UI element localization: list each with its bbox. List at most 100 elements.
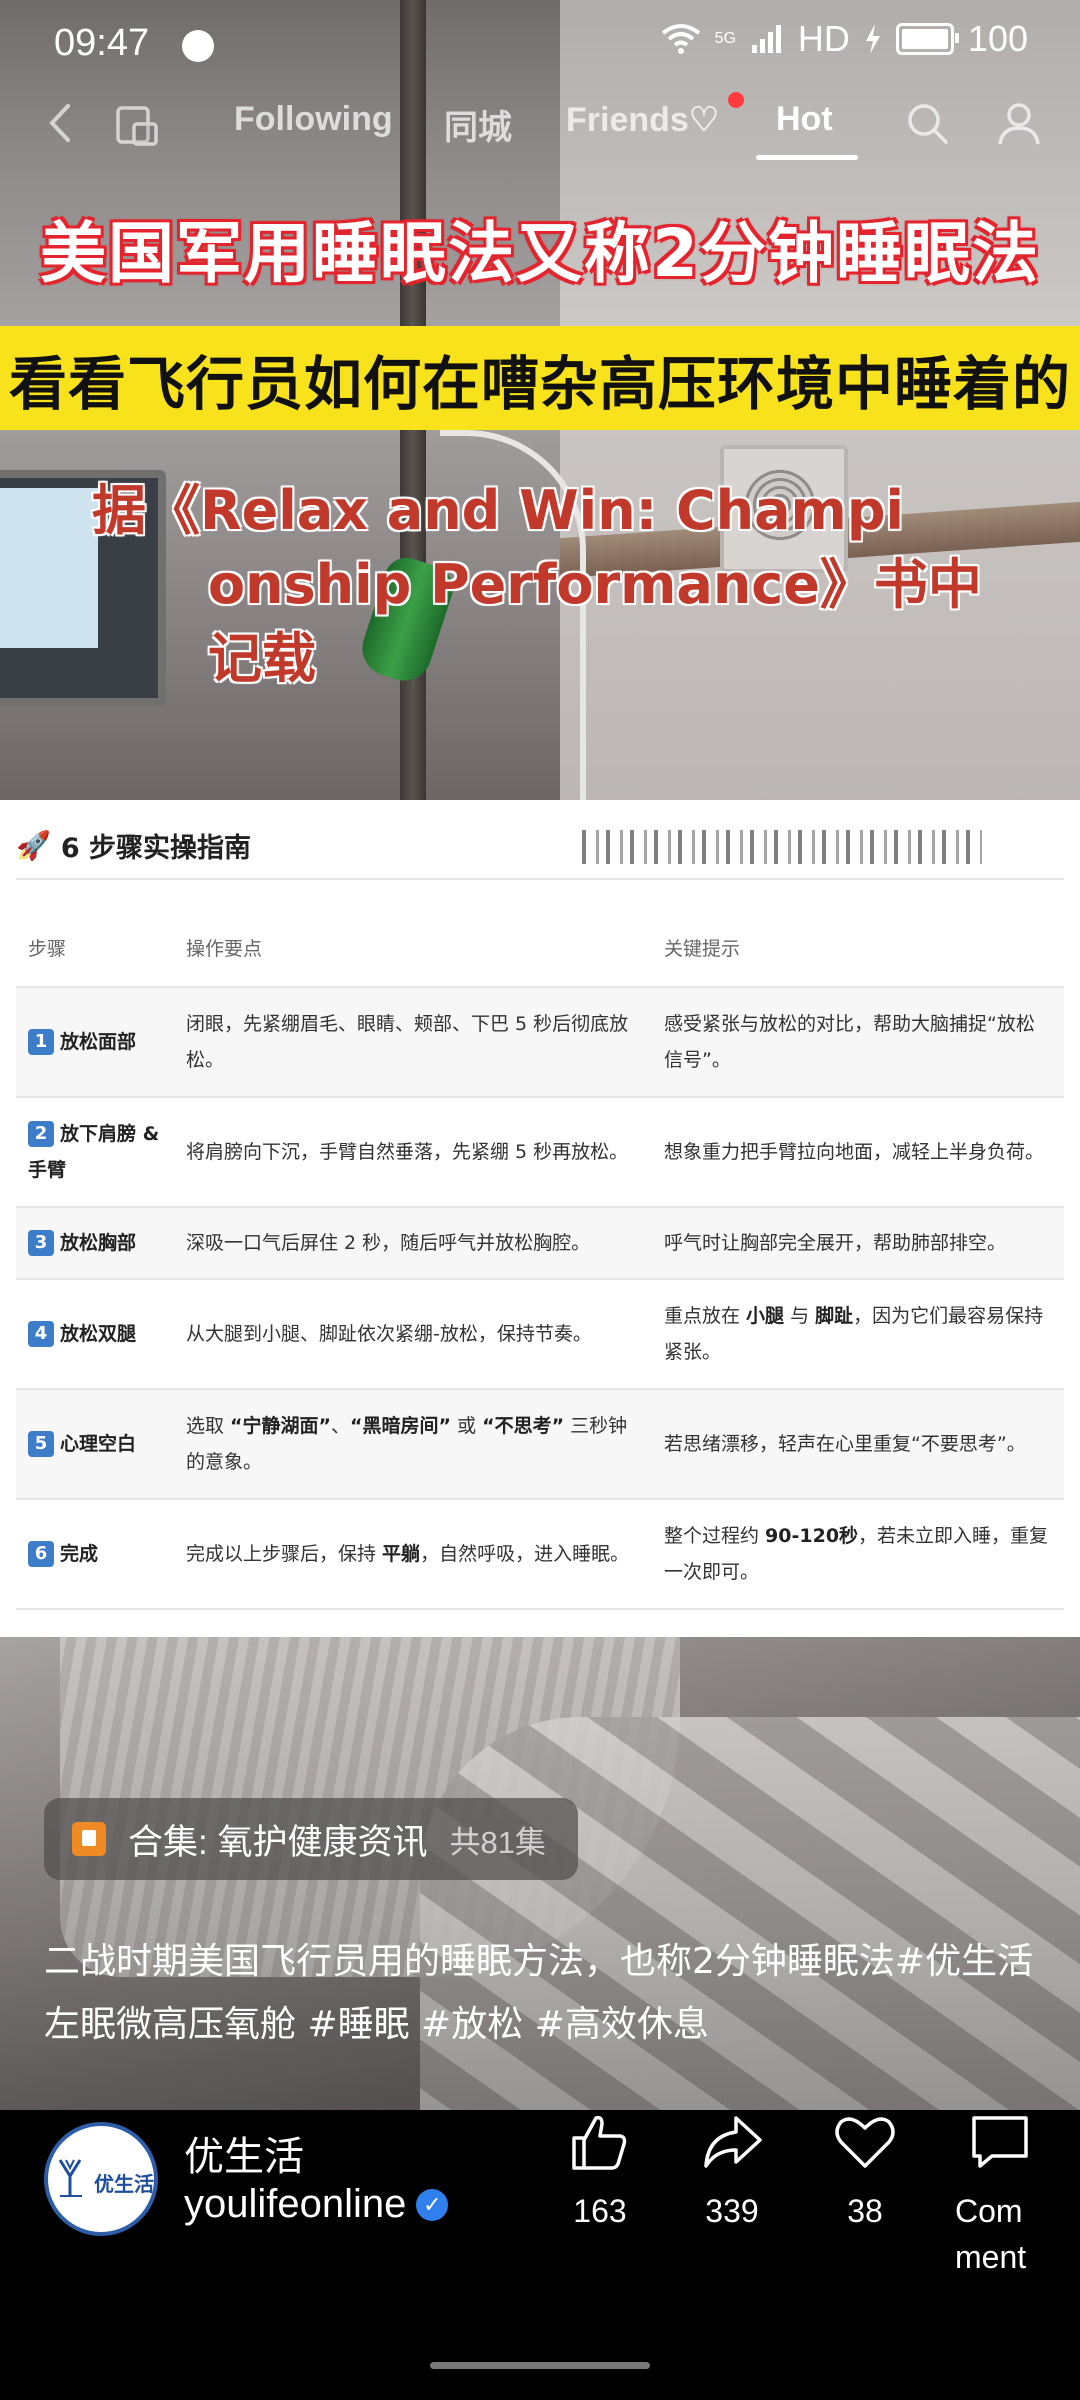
step-number-badge: 3: [28, 1230, 54, 1256]
step-name: 心理空白: [60, 1433, 137, 1455]
collection-count: 共81集: [449, 1824, 546, 1860]
ops-emphasis: “不思考”: [482, 1415, 565, 1437]
signal-icon: [751, 25, 781, 53]
ops-emphasis: 平躺: [382, 1543, 421, 1565]
author-id: youlifeonline: [184, 2182, 407, 2226]
collection-label: 合集: 氧护健康资讯: [128, 1822, 428, 1862]
ops-cell: 将肩膀向下沉，手臂自然垂落，先紧绷 5 秒再放松。: [174, 1097, 652, 1208]
favorite-count: 38: [847, 2193, 883, 2229]
picture-in-picture-icon[interactable]: [112, 100, 162, 150]
home-indicator[interactable]: [430, 2362, 650, 2369]
video-title-line3b: onship Performance》书中记载: [208, 553, 982, 690]
battery-level: 100: [967, 18, 1028, 59]
table-header-row: 步骤 操作要点 关键提示: [16, 908, 1064, 988]
table-row: 3 放松胸部 深吸一口气后屏住 2 秒，随后呼气并放松胸腔。 呼气时让胸部完全展开…: [16, 1207, 1064, 1280]
tip-cell: 重点放在 小腿 与 脚趾，因为它们最容易保持紧张。: [652, 1279, 1064, 1390]
table-row: 5 心理空白 选取 “宁静湖面”、“黑暗房间” 或 “不思考” 三秒钟的意象。 若…: [16, 1389, 1064, 1500]
collection-chip[interactable]: 合集: 氧护健康资讯 共81集: [44, 1798, 578, 1880]
ops-text: ，自然呼吸，进入睡眠。: [420, 1543, 630, 1565]
step-name: 放松胸部: [60, 1232, 137, 1254]
status-time: 09:47: [54, 22, 150, 64]
step-number-badge: 2: [28, 1121, 54, 1147]
step-number-badge: 1: [28, 1029, 54, 1055]
verified-badge-icon: ✓: [416, 2188, 449, 2221]
col-header-tip: 关键提示: [652, 908, 1064, 988]
status-right: 5G HD 100: [661, 18, 1028, 60]
ops-text: 完成以上步骤后，保持: [186, 1543, 383, 1565]
charging-bolt-icon: [865, 24, 880, 54]
tip-text: 重点放在: [664, 1305, 747, 1327]
heart-icon: [835, 2117, 895, 2168]
tip-cell: 若思绪漂移，轻声在心里重复“不要思考”。: [652, 1389, 1064, 1500]
status-bar: 09:47 5G HD 100: [0, 0, 1080, 88]
step-number-badge: 4: [28, 1321, 54, 1347]
tip-cell: 呼气时让胸部完全展开，帮助肺部排空。: [652, 1207, 1064, 1280]
back-arrow-icon[interactable]: [38, 98, 88, 148]
avatar-brand-text: 优生活: [94, 2172, 154, 2196]
tip-cell: 整个过程约 90-120秒，若未立即入睡，重复一次即可。: [652, 1499, 1064, 1610]
collection-icon: [72, 1822, 106, 1856]
step-name: 放松面部: [60, 1031, 137, 1053]
tab-friends[interactable]: Friends♡: [566, 100, 719, 140]
tip-emphasis: 小腿: [746, 1305, 785, 1327]
tip-cell: 想象重力把手臂拉向地面，减轻上半身负荷。: [652, 1097, 1064, 1208]
author-name[interactable]: 优生活: [184, 2124, 304, 2182]
search-icon[interactable]: [902, 98, 952, 148]
step-number-badge: 5: [28, 1431, 54, 1457]
table-row: 6 完成 完成以上步骤后，保持 平躺，自然呼吸，进入睡眠。 整个过程约 90-12…: [16, 1499, 1064, 1610]
divider: [16, 878, 1064, 880]
active-tab-indicator: [756, 155, 858, 160]
tip-cell: 感受紧张与放松的对比，帮助大脑捕捉“放松信号”。: [652, 987, 1064, 1098]
video-caption[interactable]: 二战时期美国飞行员用的睡眠方法，也称2分钟睡眠法#优生活左眠微高压氧舱 #睡眠 …: [44, 1930, 1044, 2056]
friends-badge-dot: [728, 92, 744, 108]
step-number-badge: 6: [28, 1541, 54, 1567]
like-button[interactable]: 163: [540, 2110, 660, 2234]
step-cell: 3 放松胸部: [16, 1207, 174, 1280]
video-title-line3a: 据《Relax and Win: Champi: [92, 479, 904, 542]
comment-label: Comment: [955, 2193, 1027, 2275]
ops-cell: 选取 “宁静湖面”、“黑暗房间” 或 “不思考” 三秒钟的意象。: [174, 1389, 652, 1500]
tip-emphasis: 脚趾: [815, 1305, 854, 1327]
tip-text: 与: [784, 1305, 816, 1327]
table-row: 1 放松面部 闭眼，先紧绷眉毛、眼睛、颊部、下巴 5 秒后彻底放松。 感受紧张与放…: [16, 987, 1064, 1098]
rocket-icon: 🚀: [16, 828, 51, 862]
ops-emphasis: “黑暗房间”: [350, 1415, 452, 1437]
thumbs-up-icon: [572, 2115, 627, 2170]
step-name: 完成: [60, 1543, 99, 1565]
blurred-text-strip: [582, 830, 982, 864]
ops-emphasis: “宁静湖面”: [230, 1415, 332, 1437]
step-cell: 2 放下肩膀 & 手臂: [16, 1097, 174, 1208]
tab-following[interactable]: Following: [234, 100, 393, 139]
comment-button[interactable]: Comment: [940, 2110, 1060, 2280]
avatar[interactable]: 优生活: [44, 2122, 158, 2236]
wifi-icon: [661, 24, 700, 54]
step-cell: 1 放松面部: [16, 987, 174, 1098]
tip-emphasis: 90-120秒: [765, 1525, 859, 1547]
guide-heading-row: 🚀 6 步骤实操指南: [16, 822, 251, 868]
tab-local[interactable]: 同城: [444, 100, 512, 149]
tab-hot[interactable]: Hot: [776, 100, 833, 139]
comment-bubble-icon: [972, 2116, 1028, 2168]
ops-cell: 闭眼，先紧绷眉毛、眼睛、颊部、下巴 5 秒后彻底放松。: [174, 987, 652, 1098]
ops-cell: 完成以上步骤后，保持 平躺，自然呼吸，进入睡眠。: [174, 1499, 652, 1610]
battery-icon: [895, 23, 959, 55]
step-cell: 6 完成: [16, 1499, 174, 1610]
step-cell: 4 放松双腿: [16, 1279, 174, 1390]
share-button[interactable]: 339: [672, 2110, 792, 2234]
ops-cell: 从大腿到小腿、脚趾依次紧绷-放松，保持节奏。: [174, 1279, 652, 1390]
step-cell: 5 心理空白: [16, 1389, 174, 1500]
guide-panel: 🚀 6 步骤实操指南 步骤 操作要点 关键提示 1 放松面部 闭眼，先紧绷眉毛、眼…: [0, 800, 1080, 1637]
author-id-row[interactable]: youlifeonline ✓: [184, 2182, 449, 2227]
ops-text: 或: [451, 1415, 483, 1437]
favorite-button[interactable]: 38: [805, 2110, 925, 2234]
share-count: 339: [705, 2193, 759, 2229]
video-title-line3: 据《Relax and Win: Champi onship Performan…: [92, 474, 1032, 696]
table-row: 2 放下肩膀 & 手臂 将肩膀向下沉，手臂自然垂落，先紧绷 5 秒再放松。 想象重…: [16, 1097, 1064, 1208]
step-name: 放松双腿: [60, 1323, 137, 1345]
ops-cell: 深吸一口气后屏住 2 秒，随后呼气并放松胸腔。: [174, 1207, 652, 1280]
table-row: 4 放松双腿 从大腿到小腿、脚趾依次紧绷-放松，保持节奏。 重点放在 小腿 与 脚…: [16, 1279, 1064, 1390]
notification-dot-icon: [182, 30, 214, 62]
col-header-step: 步骤: [16, 908, 174, 988]
author-action-row: 优生活 优生活 youlifeonline ✓ 163 339 38 Comme…: [0, 2110, 1080, 2290]
profile-icon[interactable]: [994, 98, 1044, 148]
